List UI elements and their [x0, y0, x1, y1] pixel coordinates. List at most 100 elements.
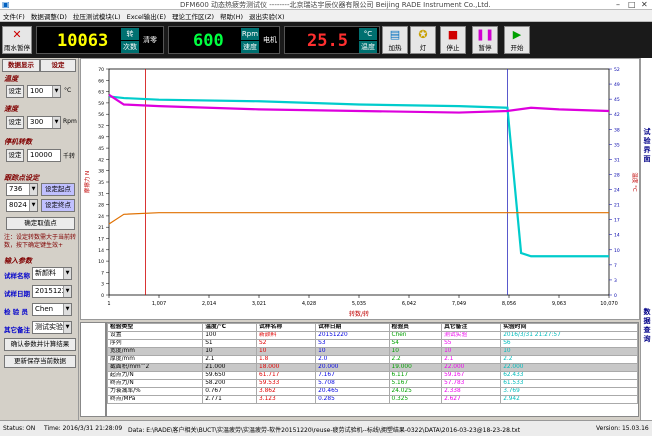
menu-help[interactable]: 帮助(H) [220, 11, 243, 21]
table-cell: 终点力/N [106, 379, 204, 388]
pause-button[interactable]: ❚❚ 暂停 [472, 26, 498, 54]
track-start-input[interactable]: 736 ▼ [6, 183, 38, 196]
table-cell: 设置 [106, 331, 204, 340]
speed-value: 600 [193, 31, 224, 51]
input-section-title: 输入参数 [4, 257, 32, 265]
menu-data[interactable]: 数据调整(D) [31, 11, 67, 21]
tab-settings[interactable]: 设定 [40, 59, 76, 72]
chevron-down-icon: ▼ [29, 200, 37, 211]
table-cell: 6.117 [388, 371, 443, 380]
y-left-tick-label: 0 [101, 293, 104, 299]
y-left-tick-label: 10 [98, 259, 104, 265]
set-end-button[interactable]: 设定终点 [41, 199, 75, 212]
stop-button[interactable]: ■ 停止 [440, 26, 466, 54]
table-cell: 2016/3/31 21:27:57 [500, 331, 638, 340]
table-cell: 59.533 [256, 379, 317, 388]
table-cell: 2.942 [500, 395, 638, 404]
menu-excel[interactable]: Excel输出(E) [127, 11, 166, 21]
y-right-tick-label: 7 [614, 263, 617, 269]
y-left-tick-label: 14 [98, 248, 104, 254]
count-reset-label[interactable]: 清零 [143, 35, 157, 45]
window-title: DFM600 动态热疲劳测试仪 --------北京瑞达宇辰仪器有限公司 Bei… [180, 1, 491, 9]
data-query-tab[interactable]: 数据查询 [643, 308, 651, 344]
table-cell: 10 [388, 347, 443, 356]
table-cell: 2.1 [202, 355, 258, 364]
confirm-track-button[interactable]: 确定取值点 [6, 217, 75, 230]
table-cell: 0.325 [388, 395, 443, 404]
heat-button[interactable]: ▤ 加热 [382, 26, 408, 54]
table-cell: 7.167 [315, 371, 390, 380]
x-axis-label: 转数/转 [349, 310, 369, 318]
sample-name-input[interactable]: 新颜料 ▼ [32, 267, 72, 280]
test-view-tab[interactable]: 试验界面 [643, 128, 651, 164]
temp-input[interactable]: 100 ▼ [27, 85, 61, 98]
confirm-calc-button[interactable]: 确认参数并计算结果 [4, 338, 76, 351]
fatigue-chart: 1 1,007 2,014 3,021 4,028 5,035 6,042 7,049 8,05… [83, 67, 639, 318]
track-end-input[interactable]: 8024 ▼ [6, 199, 38, 212]
table-cell: 试样名称 [256, 323, 317, 332]
menu-file[interactable]: 文件(F) [3, 11, 25, 21]
chevron-down-icon: ▼ [63, 322, 71, 333]
rain-pause-button[interactable]: ✕ 雨水暂停 [2, 26, 32, 54]
chevron-down-icon: ▼ [63, 286, 71, 297]
speed-input[interactable]: 300 ▼ [27, 116, 61, 129]
side-table [80, 322, 106, 417]
table-cell: 10 [500, 347, 638, 356]
status-bar: Status: ON Time: 2016/3/31 21:28:09 Data… [0, 420, 652, 436]
minimize-icon[interactable]: – [616, 0, 620, 9]
y-right-tick-label: 14 [614, 233, 620, 239]
right-strip: 试验界面 数据查询 [640, 58, 652, 420]
close-icon[interactable]: ✕ [641, 0, 648, 9]
table-row: 起点力/N 59.650 61.717 7.167 6.117 59.167 62.433 [106, 371, 638, 380]
stop-set-button[interactable]: 设定 [6, 149, 24, 162]
table-row: 截面积/mm^2 21.000 18.000 20.000 19.000 22.000 22… [106, 363, 638, 372]
table-cell: 3.862 [256, 387, 317, 396]
table-cell: 检验员 [388, 323, 443, 332]
y-right-tick-label: 45 [614, 97, 620, 103]
table-row: 序列 S1 S2 S3 S4 S5 S6 [106, 339, 638, 348]
save-data-button[interactable]: 更新保存当前数据 [4, 355, 76, 368]
table-cell: 5.167 [388, 379, 443, 388]
results-grid: 检验类型 温度/°C 试样名称 试样日期 检验员 其它备注 实验时间 设置 100 新颜料 2015… [106, 323, 638, 404]
y-right-tick-label: 28 [614, 172, 620, 178]
stop-section-title: 停机转数 [4, 138, 32, 146]
table-cell: 10 [315, 347, 390, 356]
tab-data-display[interactable]: 数据显示 [2, 59, 40, 72]
y-right-tick-label: 31 [614, 157, 620, 163]
speed-display: 600 Rpm 速度 电机 [168, 26, 280, 54]
table-cell: 10 [441, 347, 502, 356]
table-cell: 0.767 [202, 387, 258, 396]
table-cell: 2.627 [441, 395, 502, 404]
table-cell: 序列 [106, 339, 204, 348]
note-text: 注：设定转数需大于当前转数，按下确定键生效+ [4, 234, 77, 249]
x-tick-label: 7,049 [452, 301, 466, 307]
menu-exit[interactable]: 退出实验(X) [249, 11, 285, 21]
table-cell: 起点力/N [106, 371, 204, 380]
table-cell: 10 [256, 347, 317, 356]
motor-label[interactable]: 电机 [263, 35, 277, 45]
temp-unit2: 温度 [359, 41, 377, 53]
sample-date-input[interactable]: 20151220 ▼ [32, 285, 72, 298]
maximize-icon[interactable]: □ [628, 0, 636, 9]
remark-input[interactable]: 测试实验 ▼ [32, 321, 72, 334]
y-left-tick-label: 56 [98, 112, 104, 118]
table-cell: 其它备注 [441, 323, 502, 332]
table-cell: 59.167 [441, 371, 502, 380]
y-left-tick-label: 31 [98, 191, 104, 197]
set-start-button[interactable]: 设定起点 [41, 183, 75, 196]
speed-set-button[interactable]: 设定 [6, 116, 24, 129]
x-tick-label: 3,021 [252, 301, 266, 307]
table-cell: 21.000 [202, 363, 258, 372]
temp-set-button[interactable]: 设定 [6, 85, 24, 98]
light-button[interactable]: ✪ 灯 [410, 26, 436, 54]
start-button[interactable]: ▶ 开始 [504, 26, 530, 54]
y-right-tick-label: 38 [614, 127, 620, 133]
data-path-text: Data: E:\RADE\客户相关\BUCT\实温疲劳\实温疲劳-软件2015… [128, 427, 521, 434]
table-cell: 2.2 [388, 355, 443, 364]
menu-theory[interactable]: 理论工作区(Z) [172, 11, 214, 21]
stop-input[interactable]: 10000 [27, 149, 61, 162]
left-panel: 数据显示 设定 温度 设定 100 ▼ °C 速度 设定 300 ▼ Rpm 停机转… [0, 58, 79, 420]
menu-tension[interactable]: 拉压测试模块(L) [73, 11, 121, 21]
inspector-input[interactable]: Chen ▼ [32, 303, 72, 316]
table-cell: 59.650 [202, 371, 258, 380]
